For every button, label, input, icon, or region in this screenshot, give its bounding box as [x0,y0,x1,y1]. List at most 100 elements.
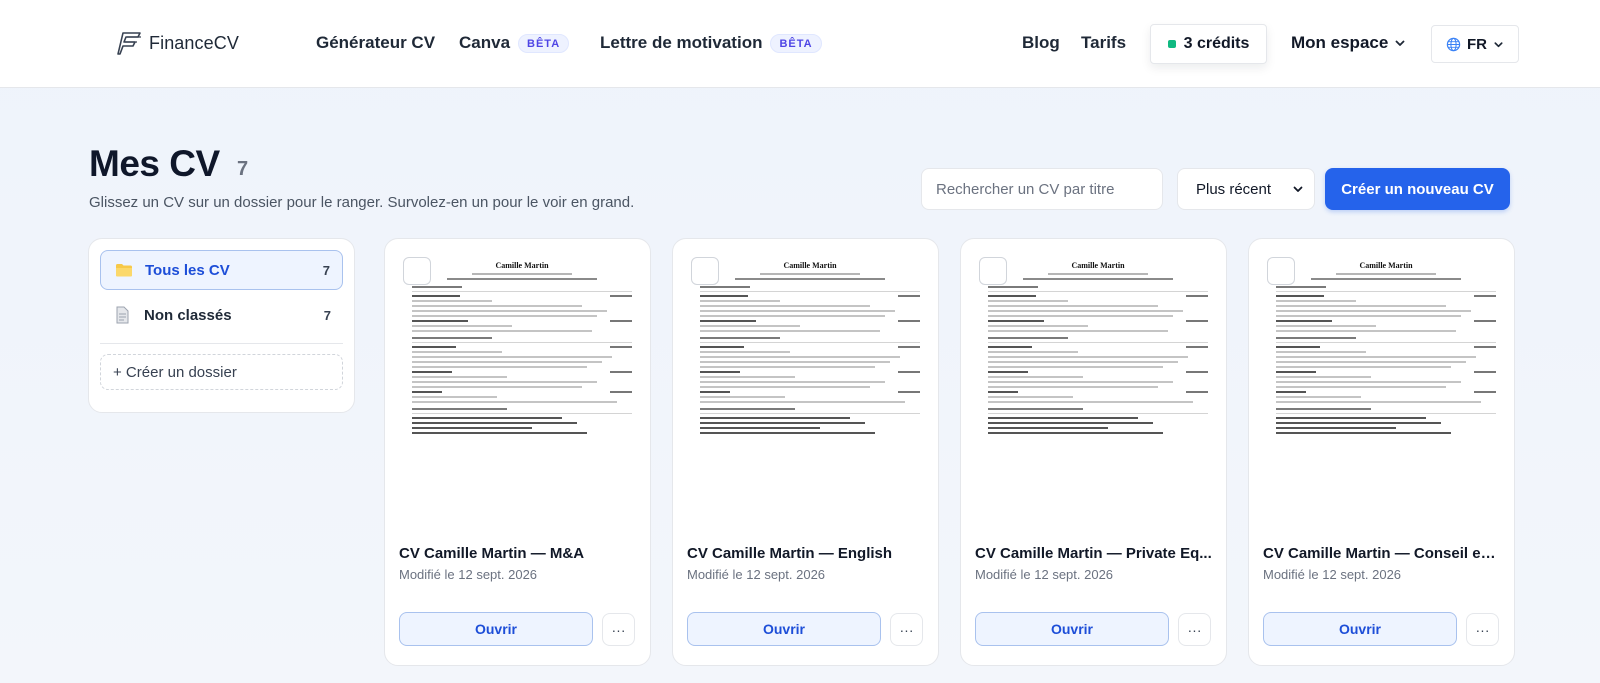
cv-preview-thumbnail[interactable]: Camille Martin [961,239,1226,539]
language-code: FR [1467,35,1487,53]
nav-cover-letter[interactable]: Lettre de motivation BÊTA [600,33,822,53]
cv-modified-date: Modifié le 12 sept. 2026 [687,567,826,582]
account-menu-label: Mon espace [1291,33,1389,52]
cv-preview-name: Camille Martin [1071,261,1125,270]
cv-preview-section-heading [1276,286,1326,288]
more-options-icon: ··· [1187,621,1202,638]
sort-select-value: Plus récent [1196,180,1272,198]
cv-preview-name: Camille Martin [783,261,837,270]
cover-letter-beta-badge: BÊTA [770,33,822,53]
cv-preview-document: Camille Martin [1276,261,1496,437]
cv-preview-document: Camille Martin [412,261,632,437]
cv-preview-section-heading [700,408,795,410]
folder-unclassified[interactable]: Non classés 7 [100,295,343,335]
cv-card[interactable]: Camille Martin CV Camille Martin — Engli… [672,238,939,666]
folder-unclassified-count: 7 [323,307,331,323]
cv-title: CV Camille Martin — Conseil en... [1263,545,1501,562]
folder-all-cvs-count: 7 [322,262,330,278]
cv-preview-section-heading [412,337,492,339]
cv-preview-summary-line [735,278,885,280]
financecv-logo-icon [117,32,141,55]
nav-canva[interactable]: Canva BÊTA [459,33,570,53]
nav-pricing[interactable]: Tarifs [1081,33,1126,53]
cv-preview-name: Camille Martin [1359,261,1413,270]
create-cv-button[interactable]: Créer un nouveau CV [1325,168,1510,210]
nav-generator-label[interactable]: Générateur CV [316,33,435,53]
folder-unclassified-label: Non classés [144,306,232,324]
cv-preview-section-heading [700,286,750,288]
language-selector[interactable]: FR [1431,25,1519,63]
cv-preview-document: Camille Martin [988,261,1208,437]
cv-preview-section-heading [412,286,462,288]
nav-blog-label[interactable]: Blog [1022,33,1060,53]
cv-card[interactable]: Camille Martin CV Camille Martin — Conse… [1248,238,1515,666]
logo[interactable]: FinanceCV [117,29,239,57]
nav-canva-label[interactable]: Canva [459,33,510,53]
cv-preview-section-heading [412,408,507,410]
document-icon [114,306,132,324]
chevron-down-icon [1494,41,1503,47]
cv-preview-thumbnail[interactable]: Camille Martin [1249,239,1514,539]
cv-count: 7 [237,158,249,180]
top-navigation-bar: FinanceCV Générateur CV Canva BÊTA Lettr… [0,0,1600,88]
chevron-down-icon [1293,186,1303,192]
more-options-icon: ··· [1475,621,1490,638]
cv-preview-summary-line [1311,278,1461,280]
cv-card[interactable]: Camille Martin CV Camille Martin — M&A M… [384,238,651,666]
cv-preview-section-heading [988,408,1083,410]
nav-cover-letter-label[interactable]: Lettre de motivation [600,33,762,53]
cv-select-checkbox[interactable] [403,257,431,285]
cv-modified-date: Modifié le 12 sept. 2026 [975,567,1114,582]
nav-blog[interactable]: Blog [1022,33,1060,53]
open-cv-button[interactable]: Ouvrir [687,612,881,646]
globe-icon [1446,37,1461,51]
credits-status-icon [1167,40,1176,48]
cv-title: CV Camille Martin — English [687,545,893,562]
cv-preview-section-heading [700,337,780,339]
credits-button[interactable]: 3 crédits [1150,24,1267,64]
folder-all-cvs-label: Tous les CV [145,261,230,279]
cv-preview-contact-line [472,273,572,275]
more-options-icon: ··· [899,621,914,638]
cv-preview-contact-line [1336,273,1436,275]
folder-sidebar: Tous les CV 7 Non classés 7 + Créer un d… [88,238,355,413]
cv-preview-name: Camille Martin [495,261,549,270]
nav-generator[interactable]: Générateur CV [316,33,435,53]
chevron-down-icon [1395,40,1405,46]
open-cv-button[interactable]: Ouvrir [399,612,593,646]
open-cv-button[interactable]: Ouvrir [975,612,1169,646]
cv-modified-date: Modifié le 12 sept. 2026 [1263,567,1402,582]
create-folder-button[interactable]: + Créer un dossier [100,354,343,390]
more-options-button[interactable]: ··· [1466,613,1499,646]
cv-select-checkbox[interactable] [691,257,719,285]
credits-label: 3 crédits [1183,35,1250,52]
cv-select-checkbox[interactable] [979,257,1007,285]
more-options-button[interactable]: ··· [1178,613,1211,646]
cv-preview-summary-line [447,278,597,280]
cv-title: CV Camille Martin — M&A [399,545,585,562]
canva-beta-badge: BÊTA [518,33,570,53]
logo-text: FinanceCV [149,32,239,53]
open-cv-button[interactable]: Ouvrir [1263,612,1457,646]
cv-preview-document: Camille Martin [700,261,920,437]
nav-pricing-label[interactable]: Tarifs [1081,33,1126,53]
more-options-button[interactable]: ··· [602,613,635,646]
cv-preview-contact-line [760,273,860,275]
search-input[interactable] [921,168,1163,210]
account-menu[interactable]: Mon espace [1291,33,1406,53]
sort-select[interactable]: Plus récent [1177,168,1315,210]
cv-preview-contact-line [1048,273,1148,275]
cv-preview-thumbnail[interactable]: Camille Martin [385,239,650,539]
more-options-icon: ··· [611,621,626,638]
cv-modified-date: Modifié le 12 sept. 2026 [399,567,538,582]
page-subtitle: Glissez un CV sur un dossier pour le ran… [89,194,635,211]
cv-select-checkbox[interactable] [1267,257,1295,285]
cv-preview-section-heading [1276,337,1356,339]
cv-preview-thumbnail[interactable]: Camille Martin [673,239,938,539]
more-options-button[interactable]: ··· [890,613,923,646]
folder-all-cvs[interactable]: Tous les CV 7 [100,250,343,290]
cv-preview-summary-line [1023,278,1173,280]
cv-preview-section-heading [988,286,1038,288]
cv-card[interactable]: Camille Martin CV Camille Martin — Priva… [960,238,1227,666]
sidebar-divider [100,343,343,344]
